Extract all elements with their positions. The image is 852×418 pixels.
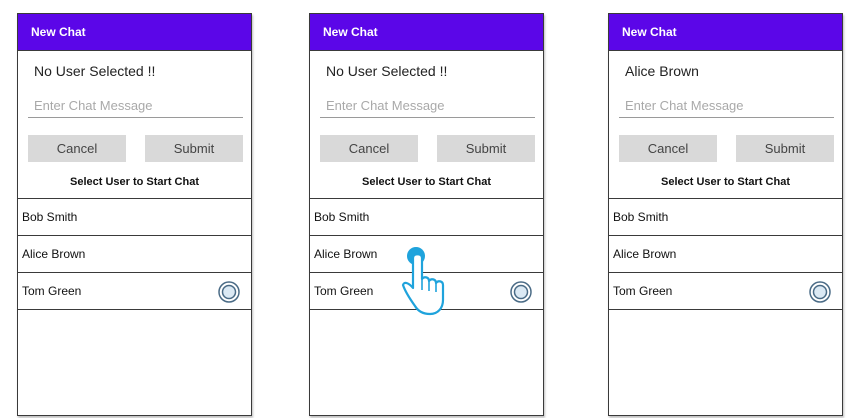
radio-button-icon[interactable] bbox=[509, 280, 533, 304]
selected-user-label: Alice Brown bbox=[625, 63, 699, 79]
select-user-prompt: Select User to Start Chat bbox=[362, 176, 491, 188]
user-row-tom-green[interactable]: Tom Green bbox=[609, 272, 842, 310]
user-name: Alice Brown bbox=[613, 247, 677, 261]
chat-screen-3: New Chat Alice Brown Enter Chat Message … bbox=[608, 13, 843, 416]
user-name: Alice Brown bbox=[22, 247, 86, 261]
user-row-bob-smith[interactable]: Bob Smith bbox=[18, 198, 251, 235]
tap-gesture-icon bbox=[401, 247, 445, 316]
user-row-alice-brown[interactable]: Alice Brown bbox=[609, 235, 842, 272]
header-title: New Chat bbox=[609, 14, 842, 51]
radio-button-icon[interactable] bbox=[217, 280, 241, 304]
chat-message-input[interactable]: Enter Chat Message bbox=[619, 98, 834, 118]
select-user-prompt: Select User to Start Chat bbox=[70, 176, 199, 188]
chat-screen-2: New Chat No User Selected !! Enter Chat … bbox=[309, 13, 544, 416]
cancel-button[interactable]: Cancel bbox=[28, 135, 126, 162]
radio-button-icon[interactable] bbox=[808, 280, 832, 304]
chat-message-input[interactable]: Enter Chat Message bbox=[28, 98, 243, 118]
submit-button[interactable]: Submit bbox=[437, 135, 535, 162]
chat-screen-1: New Chat No User Selected !! Enter Chat … bbox=[17, 13, 252, 416]
user-name: Tom Green bbox=[314, 284, 374, 298]
user-name: Bob Smith bbox=[613, 210, 669, 224]
user-name: Bob Smith bbox=[22, 210, 78, 224]
chat-message-input[interactable]: Enter Chat Message bbox=[320, 98, 535, 118]
user-name: Bob Smith bbox=[314, 210, 370, 224]
submit-button[interactable]: Submit bbox=[145, 135, 243, 162]
selected-user-label: No User Selected !! bbox=[326, 63, 448, 79]
user-row-bob-smith[interactable]: Bob Smith bbox=[310, 198, 543, 235]
selected-user-label: No User Selected !! bbox=[34, 63, 156, 79]
header-title: New Chat bbox=[310, 14, 543, 51]
submit-button[interactable]: Submit bbox=[736, 135, 834, 162]
user-row-bob-smith[interactable]: Bob Smith bbox=[609, 198, 842, 235]
user-name: Tom Green bbox=[613, 284, 673, 298]
header-title: New Chat bbox=[18, 14, 251, 51]
user-row-alice-brown[interactable]: Alice Brown bbox=[18, 235, 251, 272]
user-name: Tom Green bbox=[22, 284, 82, 298]
select-user-prompt: Select User to Start Chat bbox=[661, 176, 790, 188]
user-row-tom-green[interactable]: Tom Green bbox=[18, 272, 251, 310]
cancel-button[interactable]: Cancel bbox=[619, 135, 717, 162]
cancel-button[interactable]: Cancel bbox=[320, 135, 418, 162]
user-name: Alice Brown bbox=[314, 247, 378, 261]
